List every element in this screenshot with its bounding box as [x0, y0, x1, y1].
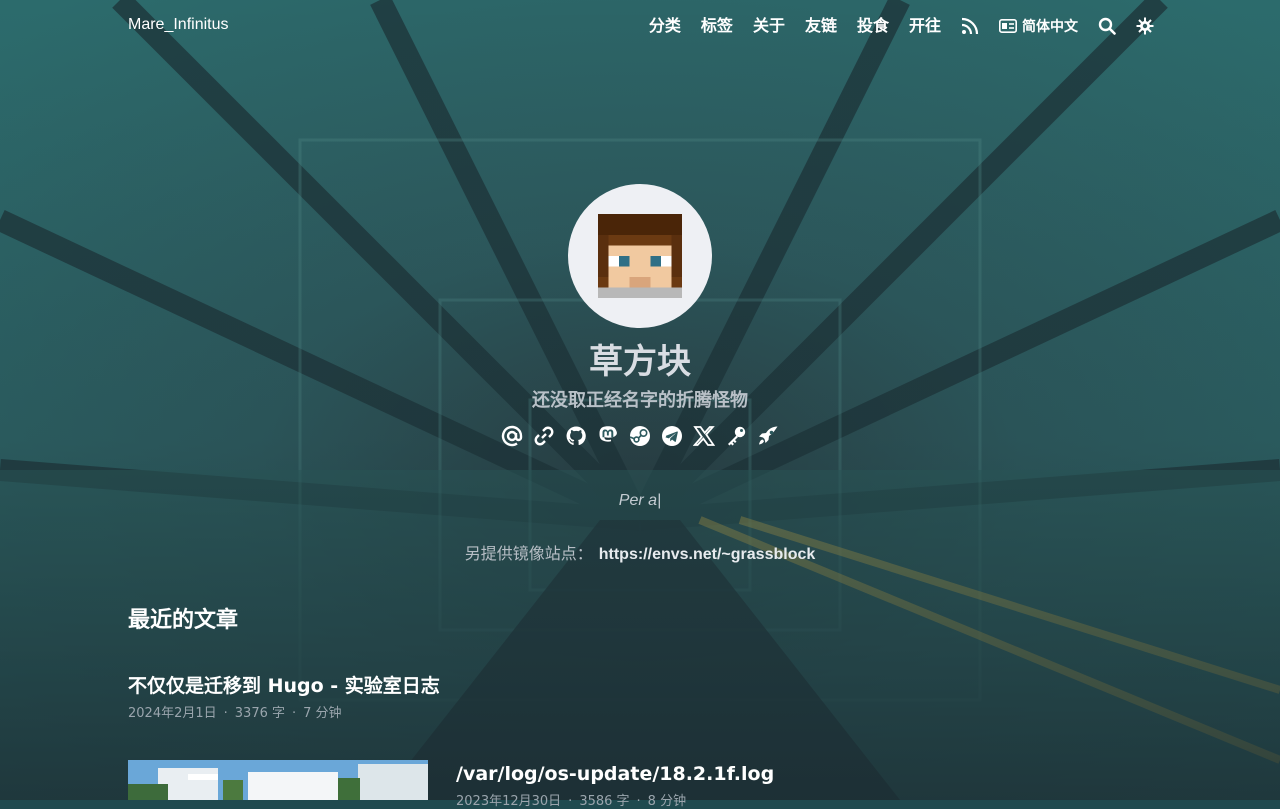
post-entry: 不仅仅是迁移到 Hugo - 实验室日志 2024年2月1日 · 3376 字 · 7 … [128, 674, 440, 721]
mastodon-icon[interactable] [596, 424, 620, 448]
rss-icon[interactable] [961, 14, 979, 38]
mirror-link[interactable]: https://envs.net/~grassblock [599, 546, 816, 563]
rocket-icon[interactable] [756, 424, 780, 448]
post-date: 2023年12月30日 [456, 794, 562, 809]
link-icon[interactable] [532, 424, 556, 448]
language-switcher[interactable]: 简体中文 [999, 16, 1078, 36]
site-logo[interactable]: Mare_Infinitus [128, 16, 229, 34]
language-label: 简体中文 [1022, 19, 1078, 35]
meta-separator: · [292, 706, 297, 721]
post-word-count: 3586 字 [579, 794, 630, 809]
post-word-count: 3376 字 [234, 706, 285, 721]
post-title[interactable]: /var/log/os-update/18.2.1f.log [456, 762, 774, 786]
profile-bio: 还没取正经名字的折腾怪物 [532, 390, 748, 411]
post-title[interactable]: 不仅仅是迁移到 Hugo - 实验室日志 [128, 674, 440, 698]
mirror-label: 另提供镜像站点： [464, 544, 593, 563]
profile-name: 草方块 [589, 342, 691, 382]
language-card-icon [999, 19, 1017, 33]
nav-tags[interactable]: 标签 [701, 14, 733, 38]
post-meta: 2024年2月1日 · 3376 字 · 7 分钟 [128, 702, 440, 721]
meta-separator: · [223, 706, 228, 721]
post-entry: /var/log/os-update/18.2.1f.log 2023年12月3… [456, 762, 774, 809]
mirror-notice: 另提供镜像站点： https://envs.net/~grassblock [0, 540, 1280, 564]
typing-motto: Per a| [618, 492, 662, 509]
x-icon[interactable] [692, 424, 716, 448]
key-icon[interactable] [724, 424, 748, 448]
post-thumbnail[interactable] [128, 760, 428, 800]
nav-donate[interactable]: 投食 [857, 14, 889, 38]
telegram-icon[interactable] [660, 424, 684, 448]
gear-icon[interactable] [1136, 14, 1154, 38]
email-icon[interactable] [500, 424, 524, 448]
top-header: Mare_Infinitus 分类 标签 关于 友链 投食 开往 简体中文 [0, 0, 1280, 52]
nav-travelling[interactable]: 开往 [909, 14, 941, 38]
nav-friends[interactable]: 友链 [805, 14, 837, 38]
github-icon[interactable] [564, 424, 588, 448]
nav-about[interactable]: 关于 [753, 14, 785, 38]
post-date: 2024年2月1日 [128, 706, 217, 721]
recent-posts-heading: 最近的文章 [128, 608, 239, 633]
search-icon[interactable] [1098, 14, 1116, 38]
avatar [568, 184, 712, 328]
meta-separator: · [636, 794, 641, 809]
main-nav: 分类 标签 关于 友链 投食 开往 简体中文 [629, 14, 1154, 38]
post-read-time: 7 分钟 [303, 706, 342, 721]
nav-categories[interactable]: 分类 [649, 14, 681, 38]
post-read-time: 8 分钟 [647, 794, 687, 809]
social-links [0, 424, 1280, 448]
meta-separator: · [568, 794, 573, 809]
steam-icon[interactable] [628, 424, 652, 448]
